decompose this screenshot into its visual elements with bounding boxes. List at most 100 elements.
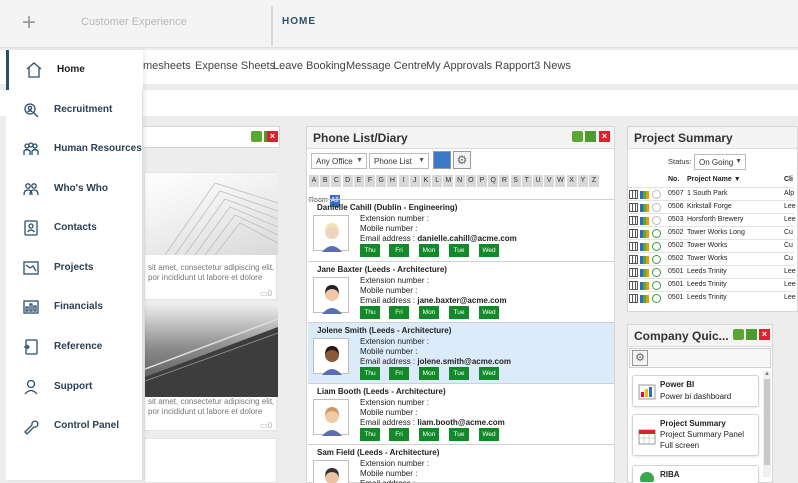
filter-letter-r[interactable]: R [499,175,510,187]
office-select[interactable]: Any Office ▼ [311,153,367,169]
availability-day-mon[interactable]: Mon [419,306,439,319]
availability-day-tue[interactable]: Tue [449,428,469,441]
filter-letter-g[interactable]: G [376,175,387,187]
link-icon[interactable] [652,255,661,264]
add-icon[interactable]: + [18,11,40,35]
availability-day-thu[interactable]: Thu [360,306,380,319]
sidebar-item-control-panel[interactable]: Control Panel [6,406,143,446]
quick-link-project-summary[interactable]: Project Summary Project Summary Panel Fu… [632,414,759,456]
gear-icon[interactable]: ⚙ [453,151,471,169]
col-no[interactable]: No. [668,176,679,183]
availability-day-mon[interactable]: Mon [419,244,439,257]
contact-entry[interactable]: Jane Baxter (Leeds - Architecture) Extens… [308,261,614,322]
nav-link-expense-sheets[interactable]: Expense Sheets [195,60,275,72]
table-row[interactable]: 0507 1 South Park Alp [628,187,794,200]
nav-link-my-approvals[interactable]: My Approvals [426,60,492,72]
filter-letter-q[interactable]: Q [488,175,499,187]
table-row[interactable]: 0502 Tower Works Cu [628,239,794,252]
availability-day-fri[interactable]: Fri [389,367,409,380]
availability-day-fri[interactable]: Fri [389,244,409,257]
calendar-icon[interactable] [629,216,638,225]
filter-letter-b[interactable]: B [320,175,331,187]
chart-icon[interactable] [640,230,649,238]
sidebar-item-projects[interactable]: Projects [6,248,143,288]
availability-day-tue[interactable]: Tue [449,306,469,319]
sidebar-item-who-s-who[interactable]: Who's Who [6,169,143,209]
filter-letter-c[interactable]: C [331,175,342,187]
calendar-icon[interactable] [629,242,638,251]
link-icon[interactable] [652,190,661,199]
chart-icon[interactable] [640,282,649,290]
refresh-icon[interactable] [733,329,744,340]
chart-icon[interactable] [640,191,649,199]
close-icon[interactable]: × [267,131,278,142]
chart-icon[interactable] [640,295,649,303]
availability-day-fri[interactable]: Fri [389,306,409,319]
table-row[interactable]: 0502 Tower Works Cu [628,252,794,265]
calendar-icon[interactable] [629,281,638,290]
filter-letter-e[interactable]: E [353,175,364,187]
filter-letter-a[interactable]: A [309,175,319,187]
filter-letter-j[interactable]: J [409,175,420,187]
calendar-icon[interactable] [629,190,638,199]
table-row[interactable]: 0501 Leeds Trinity Lee [628,278,796,291]
nav-link-message-centre[interactable]: Message Centre [346,60,427,72]
link-icon[interactable] [652,294,661,303]
availability-day-mon[interactable]: Mon [419,367,439,380]
filter-letter-v[interactable]: V [544,175,555,187]
expand-icon[interactable] [746,329,757,340]
email-address[interactable]: jolene.smith@acme.com [417,357,511,366]
calendar-icon[interactable] [629,203,638,212]
chart-icon[interactable] [640,217,649,225]
chart-icon[interactable] [640,269,649,277]
availability-day-mon[interactable]: Mon [419,428,439,441]
close-icon[interactable]: × [759,329,770,340]
filter-letter-u[interactable]: U [533,175,543,187]
news-card[interactable]: sit amet, consectetur adipiscing elit, p… [144,306,278,431]
expand-icon[interactable] [585,131,596,142]
link-icon[interactable] [652,229,661,238]
nav-link-timesheets[interactable]: mesheets [143,60,191,72]
chart-icon[interactable] [640,243,649,251]
sidebar-item-home[interactable]: Home [6,50,143,90]
table-row[interactable]: 0501 Leeds Trinity Lee [628,265,796,278]
filter-letter-m[interactable]: M [443,175,454,187]
quick-link-power-bi[interactable]: Power BI Power bi dashboard [632,375,759,407]
news-card[interactable] [144,438,277,483]
nav-link-rapport3-news[interactable]: Rapport3 News [495,60,571,72]
sidebar-item-reference[interactable]: Reference [6,327,143,367]
calendar-icon[interactable] [629,255,638,264]
gear-icon[interactable]: ⚙ [632,350,648,366]
email-address[interactable]: jane.baxter@acme.com [417,296,506,305]
availability-day-fri[interactable]: Fri [389,428,409,441]
filter-letter-f[interactable]: F [365,175,375,187]
contact-entry[interactable]: Danielle Cahill (Dublin - Engineering) Ex… [308,199,614,260]
sidebar-item-recruitment[interactable]: Recruitment [6,90,143,130]
availability-day-thu[interactable]: Thu [360,244,380,257]
scroll-up-icon[interactable]: ▲ [764,371,770,377]
filter-letter-k[interactable]: K [421,175,431,187]
availability-day-tue[interactable]: Tue [449,367,469,380]
filter-letter-l[interactable]: L [432,175,443,187]
chart-icon[interactable] [640,204,649,212]
filter-letter-y[interactable]: Y [577,175,588,187]
list-type-select[interactable]: Phone List ▼ [369,153,429,169]
availability-day-thu[interactable]: Thu [360,428,380,441]
quick-links-scrollbar[interactable]: ▲ [763,371,771,477]
filter-letter-o[interactable]: O [465,175,476,187]
availability-day-thu[interactable]: Thu [360,367,380,380]
filter-letter-i[interactable]: I [398,175,409,187]
refresh-icon[interactable] [251,131,262,142]
col-client[interactable]: Cli [784,176,793,183]
add-contact-icon[interactable] [433,151,451,169]
link-icon[interactable] [652,281,661,290]
nav-link-leave-booking[interactable]: Leave Booking [273,60,346,72]
filter-letter-h[interactable]: H [387,175,398,187]
filter-letter-d[interactable]: D [342,175,353,187]
calendar-icon[interactable] [629,294,638,303]
link-icon[interactable] [652,268,661,277]
calendar-icon[interactable] [629,268,638,277]
sidebar-item-human-resources[interactable]: Human Resources [6,129,143,169]
table-row[interactable]: 0506 Kirkstall Forge Lee [628,200,796,213]
link-icon[interactable] [652,242,661,251]
